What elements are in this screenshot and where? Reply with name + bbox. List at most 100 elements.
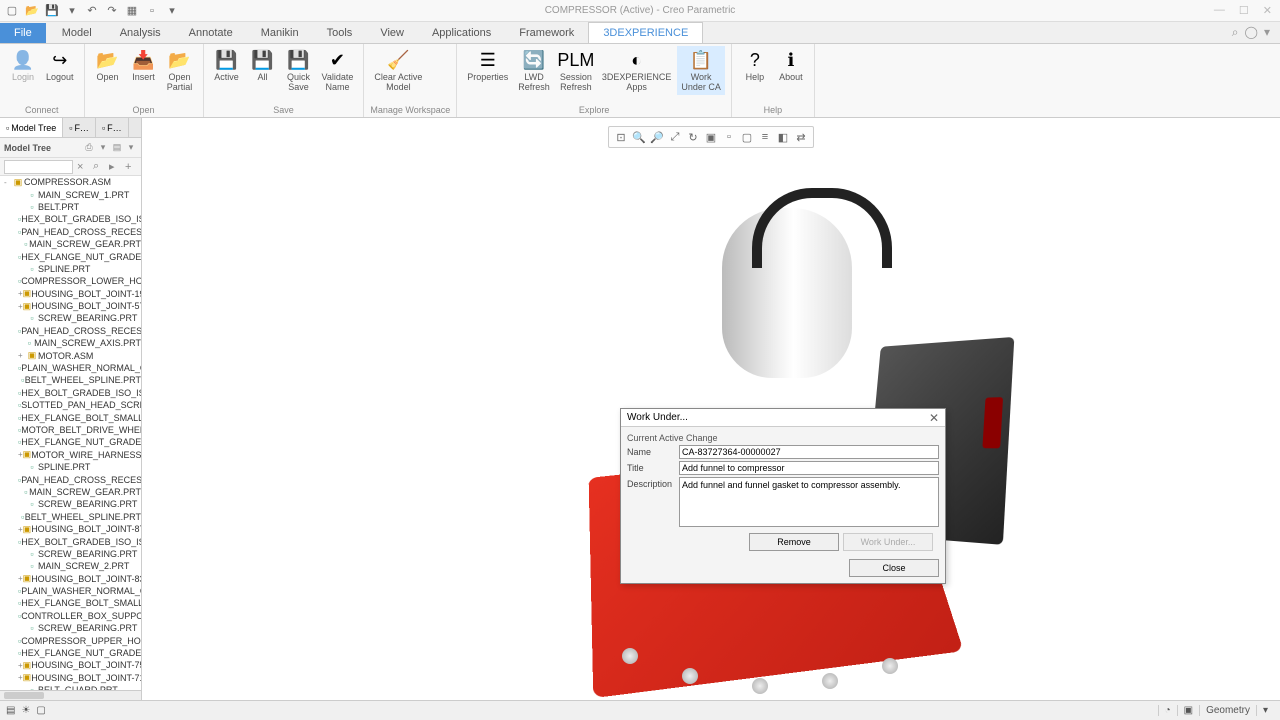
dialog-titlebar[interactable]: Work Under... ✕ — [621, 409, 945, 427]
tree-node[interactable]: ▫SPLINE.PRT — [0, 461, 141, 473]
close-button[interactable]: Close — [849, 559, 939, 577]
lwd-refresh-button[interactable]: 🔄LWD Refresh — [514, 46, 554, 95]
tree-node[interactable]: ▫HEX_BOLT_GRADEB_ISO_ISO… — [0, 213, 141, 225]
find-icon[interactable]: ⌕ — [93, 160, 105, 173]
status-icon3[interactable]: ▢ — [36, 705, 45, 716]
desc-textarea[interactable] — [679, 477, 939, 527]
tree-node[interactable]: ▫HEX_FLANGE_NUT_GRADEA… — [0, 250, 141, 262]
tree-node[interactable]: -▣COMPRESSOR.ASM — [0, 176, 141, 188]
tab-manikin[interactable]: Manikin — [247, 23, 313, 43]
tree-dropdown-icon[interactable]: ▾ — [97, 142, 109, 154]
tree-node[interactable]: ▫HEX_BOLT_GRADEB_ISO_ISO… — [0, 535, 141, 547]
tree-node[interactable]: ▫MAIN_SCREW_AXIS.PRT — [0, 337, 141, 349]
zoom-out-icon[interactable]: 🔎 — [649, 129, 665, 145]
annotations-icon[interactable]: ▢ — [739, 129, 755, 145]
clear-icon[interactable]: × — [77, 161, 89, 173]
quick-save-button[interactable]: 💾Quick Save — [282, 46, 316, 95]
tab-annotate[interactable]: Annotate — [175, 23, 247, 43]
tree-node[interactable]: ▫COMPRESSOR_UPPER_HOUS… — [0, 634, 141, 646]
tab-view[interactable]: View — [366, 23, 418, 43]
save-dropdown-icon[interactable]: ▾ — [64, 3, 80, 19]
3d-viewport[interactable]: ⊡ 🔍 🔎 ⤢ ↻ ▣ ▫ ▢ ≡ ◧ ⇄ Work Under.. — [142, 118, 1280, 700]
active-button[interactable]: 💾Active — [210, 46, 244, 85]
status-geometry[interactable]: Geometry — [1199, 705, 1256, 716]
3dx-apps-button[interactable]: ◐3DEXPERIENCE Apps — [598, 46, 676, 95]
minimize-icon[interactable]: — — [1210, 4, 1229, 17]
redo-icon[interactable]: ↷ — [104, 3, 120, 19]
refit-icon[interactable]: ⤢ — [667, 129, 683, 145]
tree-node[interactable]: +▣HOUSING_BOLT_JOINT-1926… — [0, 288, 141, 300]
tree-node[interactable]: ▫HEX_FLANGE_NUT_GRADEA… — [0, 647, 141, 659]
datum-icon[interactable]: ▫ — [721, 129, 737, 145]
insert-button[interactable]: 📥Insert — [127, 46, 161, 85]
panel-tab[interactable]: ▫F… — [63, 118, 96, 137]
tree-node[interactable]: ▫COMPRESSOR_LOWER_HOU… — [0, 275, 141, 287]
perspective-icon[interactable]: ◧ — [775, 129, 791, 145]
tree-node[interactable]: ▫HEX_FLANGE_BOLT_SMALL_I… — [0, 597, 141, 609]
all-button[interactable]: 💾All — [246, 46, 280, 85]
tree-node[interactable]: +▣HOUSING_BOLT_JOINT-5726… — [0, 300, 141, 312]
status-icon2[interactable]: ☀ — [15, 705, 36, 716]
dropdown-icon[interactable]: ▾ — [164, 3, 180, 19]
tree-node[interactable]: +▣HOUSING_BOLT_JOINT-7117… — [0, 672, 141, 684]
spin-icon[interactable]: ↻ — [685, 129, 701, 145]
tab-3dexperience[interactable]: 3DEXPERIENCE — [588, 22, 703, 43]
tree-node[interactable]: ▫SLOTTED_PAN_HEAD_SCREW… — [0, 399, 141, 411]
status-icon1[interactable]: ▤ — [6, 705, 15, 716]
remove-button[interactable]: Remove — [749, 533, 839, 551]
name-input[interactable] — [679, 445, 939, 459]
add-icon[interactable]: + — [125, 161, 137, 173]
open-button[interactable]: 📂Open — [91, 46, 125, 85]
save-icon[interactable]: 💾 — [44, 3, 60, 19]
tree-node[interactable]: ▫PAN_HEAD_CROSS_RECESS_S… — [0, 226, 141, 238]
layers-icon[interactable]: ≡ — [757, 129, 773, 145]
regen-icon[interactable]: ▦ — [124, 3, 140, 19]
tab-applications[interactable]: Applications — [418, 23, 505, 43]
horizontal-scrollbar[interactable] — [0, 690, 141, 700]
new-icon[interactable]: ▢ — [4, 3, 20, 19]
open-icon[interactable]: 📂 — [24, 3, 40, 19]
tree-node[interactable]: ▫MAIN_SCREW_GEAR.PRT — [0, 486, 141, 498]
panel-tab[interactable]: ▫F… — [96, 118, 129, 137]
status-dropdown-icon[interactable]: ▾ — [1256, 705, 1274, 716]
tree-node[interactable]: +▣HOUSING_BOLT_JOINT-8330… — [0, 573, 141, 585]
tree-node[interactable]: +▣MOTOR_WIRE_HARNESS.AS… — [0, 449, 141, 461]
tab-file[interactable]: File — [0, 23, 46, 43]
status-indicator-icon[interactable]: ◔ — [1158, 705, 1177, 716]
tree-node[interactable]: ▫MOTOR_BELT_DRIVE_WHEEL… — [0, 424, 141, 436]
search-icon[interactable]: ⌕ — [1232, 25, 1239, 40]
zoom-in-icon[interactable]: 🔍 — [631, 129, 647, 145]
tree-node[interactable]: ▫SPLINE.PRT — [0, 263, 141, 275]
display-style-icon[interactable]: ▣ — [703, 129, 719, 145]
tree-node[interactable]: ▫HEX_BOLT_GRADEB_ISO_ISO… — [0, 387, 141, 399]
tree-node[interactable]: ▫BELT.PRT — [0, 201, 141, 213]
help-circle-icon[interactable]: ◯ — [1245, 25, 1258, 40]
model-tree[interactable]: -▣COMPRESSOR.ASM▫MAIN_SCREW_1.PRT▫BELT.P… — [0, 176, 141, 690]
properties-button[interactable]: ☰Properties — [463, 46, 512, 85]
tree-node[interactable]: ▫PAN_HEAD_CROSS_RECESS_S… — [0, 473, 141, 485]
tree-dropdown2-icon[interactable]: ▾ — [125, 142, 137, 154]
close-icon[interactable]: ✕ — [1259, 4, 1276, 17]
panel-tab[interactable]: ▫Model Tree — [0, 118, 63, 137]
status-box-icon[interactable]: ▣ — [1177, 705, 1199, 716]
tree-node[interactable]: +▣HOUSING_BOLT_JOINT-8746… — [0, 523, 141, 535]
about-button[interactable]: ℹAbout — [774, 46, 808, 85]
tab-analysis[interactable]: Analysis — [106, 23, 175, 43]
tree-node[interactable]: ▫SCREW_BEARING.PRT — [0, 548, 141, 560]
tree-node[interactable]: +▣MOTOR.ASM — [0, 349, 141, 361]
dialog-close-icon[interactable]: ✕ — [929, 411, 939, 425]
settings-dropdown-icon[interactable]: ▾ — [1264, 25, 1270, 40]
tree-node[interactable]: ▫HEX_FLANGE_NUT_GRADEA… — [0, 436, 141, 448]
open-partial-button[interactable]: 📂Open Partial — [163, 46, 197, 95]
tree-node[interactable]: ▫CONTROLLER_BOX_SUPPORT… — [0, 610, 141, 622]
tree-node[interactable]: ▫SCREW_BEARING.PRT — [0, 498, 141, 510]
tree-node[interactable]: ▫PLAIN_WASHER_NORMAL_G… — [0, 585, 141, 597]
view-manager-icon[interactable]: ⇄ — [793, 129, 809, 145]
tree-node[interactable]: ▫MAIN_SCREW_2.PRT — [0, 560, 141, 572]
clear-active-model-button[interactable]: 🧹Clear Active Model — [370, 46, 426, 95]
tab-model[interactable]: Model — [48, 23, 106, 43]
tree-node[interactable]: ▫BELT_WHEEL_SPLINE.PRT — [0, 374, 141, 386]
tab-framework[interactable]: Framework — [505, 23, 588, 43]
session-refresh-button[interactable]: PLMSession Refresh — [556, 46, 596, 95]
expand-icon[interactable]: ▸ — [109, 160, 121, 173]
